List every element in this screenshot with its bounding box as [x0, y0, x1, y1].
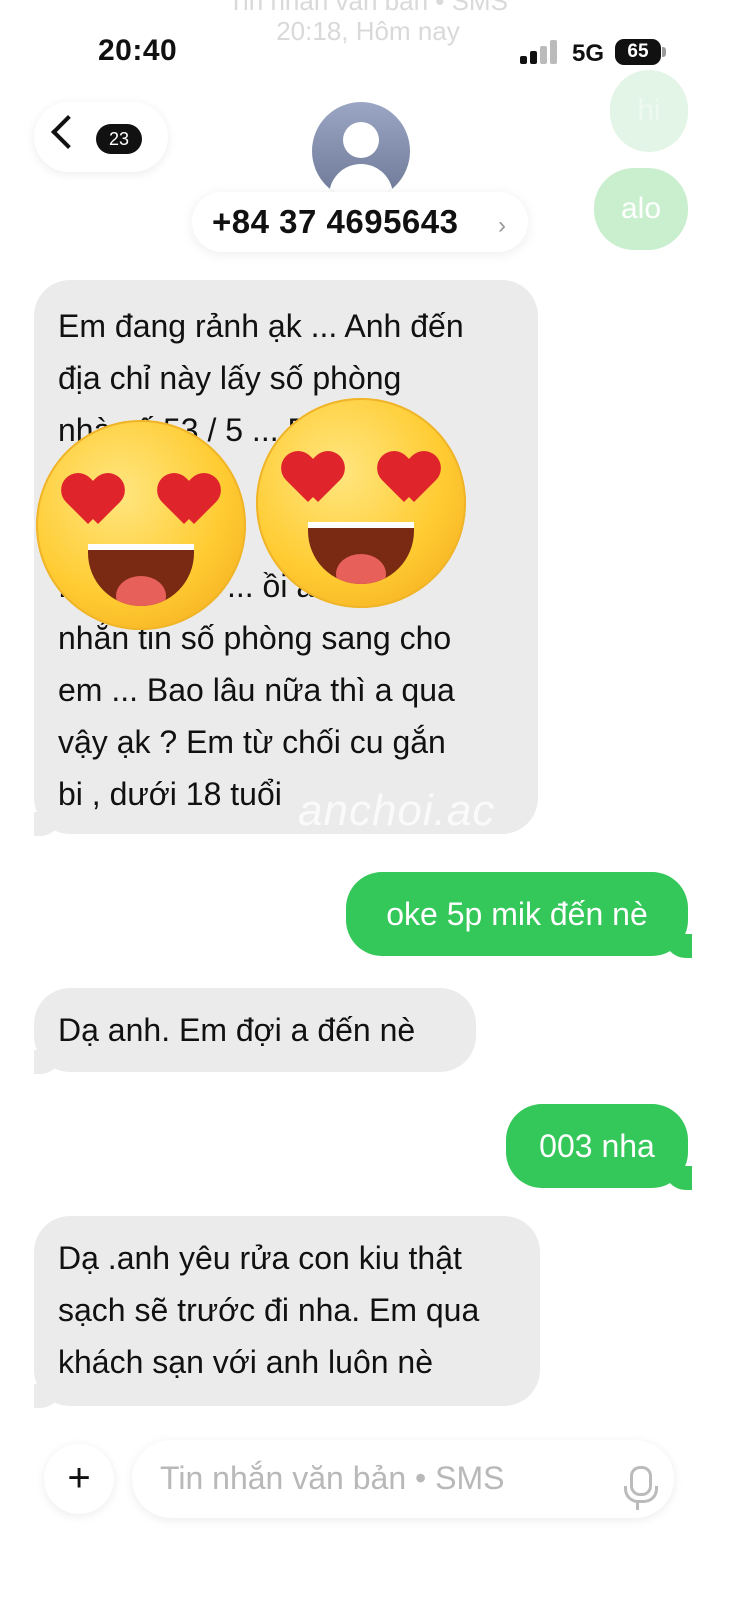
message-input-placeholder[interactable]: Tin nhắn văn bản • SMS	[160, 1460, 504, 1497]
faded-outgoing-bubble: hi	[610, 70, 688, 152]
outgoing-message[interactable]: 003 nha	[506, 1104, 688, 1188]
contact-avatar[interactable]	[312, 102, 410, 200]
heart-eyes-emoji-icon	[36, 420, 246, 630]
signal-icon	[520, 40, 564, 64]
status-time: 20:40	[98, 34, 178, 67]
bubble-tail	[34, 812, 62, 836]
bubble-tail	[34, 1050, 62, 1074]
message-text: Dạ .anh yêu rửa con kiu thật sạch sẽ trư…	[58, 1240, 480, 1380]
battery-icon: 65	[615, 39, 661, 65]
bubble-tail	[664, 934, 692, 958]
avatar-head	[343, 122, 379, 158]
contact-number[interactable]: +84 37 4695643	[212, 203, 459, 241]
chevron-right-icon[interactable]: ›	[498, 212, 506, 240]
watermark: anchoi.ac	[298, 786, 496, 835]
network-type: 5G	[572, 40, 605, 67]
faded-header-title: Tin nhắn văn bản • SMS	[228, 0, 508, 16]
heart-eyes-emoji-icon	[256, 398, 466, 608]
faded-outgoing-bubble: alo	[594, 168, 688, 250]
bubble-tail	[664, 1166, 692, 1190]
add-attachment-button[interactable]: +	[44, 1444, 114, 1514]
microphone-icon-stem	[636, 1502, 639, 1510]
incoming-message[interactable]: Dạ .anh yêu rửa con kiu thật sạch sẽ trư…	[34, 1216, 540, 1406]
bubble-tail	[34, 1384, 62, 1408]
battery-tip	[662, 47, 666, 57]
unread-count-badge: 23	[96, 124, 142, 154]
outgoing-message[interactable]: oke 5p mik đến nè	[346, 872, 688, 956]
incoming-message[interactable]: Dạ anh. Em đợi a đến nè	[34, 988, 476, 1072]
battery-level: 65	[627, 41, 649, 62]
